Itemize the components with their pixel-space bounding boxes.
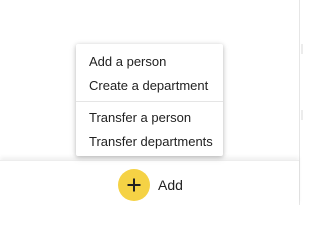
menu-item-create-department[interactable]: Create a department — [76, 74, 223, 98]
menu-item-add-person[interactable]: Add a person — [76, 50, 223, 74]
menu-divider — [76, 101, 223, 102]
bottom-bar-divider — [0, 160, 299, 161]
add-dropdown-menu: Add a person Create a department Transfe… — [76, 44, 223, 156]
menu-item-transfer-person[interactable]: Transfer a person — [76, 106, 223, 130]
add-button-label[interactable]: Add — [158, 169, 183, 201]
panel-right-border — [299, 0, 300, 205]
scroll-marker — [301, 110, 303, 120]
add-button[interactable]: Add — [118, 169, 198, 201]
add-button-circle[interactable] — [118, 169, 150, 201]
scroll-marker — [301, 44, 303, 54]
plus-icon — [127, 178, 141, 192]
menu-item-transfer-departments[interactable]: Transfer departments — [76, 130, 223, 154]
